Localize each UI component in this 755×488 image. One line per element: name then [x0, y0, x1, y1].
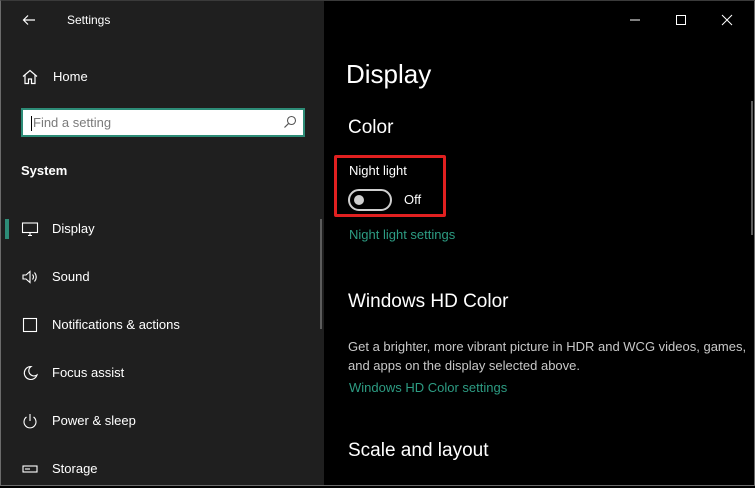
- night-light-label: Night light: [349, 163, 407, 178]
- search-input[interactable]: [33, 110, 273, 135]
- sidebar-item-home[interactable]: Home: [1, 61, 324, 93]
- search-icon[interactable]: [283, 115, 297, 129]
- sidebar-item-focus-assist[interactable]: Focus assist: [1, 355, 319, 391]
- sidebar-item-display[interactable]: Display: [1, 211, 319, 247]
- notification-icon: [22, 317, 38, 333]
- maximize-button[interactable]: [668, 7, 694, 33]
- moon-icon: [23, 365, 39, 381]
- sidebar-item-label: Sound: [52, 269, 90, 284]
- sidebar-item-label: Notifications & actions: [52, 317, 180, 332]
- app-title: Settings: [67, 13, 111, 27]
- monitor-icon: [21, 222, 39, 237]
- sidebar-item-label: Focus assist: [52, 365, 125, 380]
- night-light-toggle[interactable]: [348, 189, 392, 211]
- close-button[interactable]: [714, 7, 740, 33]
- sidebar-item-label: Storage: [52, 461, 98, 476]
- sidebar-item-notifications[interactable]: Notifications & actions: [1, 307, 319, 343]
- settings-window: Settings Home System Display: [0, 0, 755, 486]
- sidebar-item-storage[interactable]: Storage: [1, 451, 319, 485]
- hd-color-settings-link[interactable]: Windows HD Color settings: [349, 380, 507, 395]
- back-arrow-icon: [22, 15, 35, 25]
- section-header-system: System: [21, 163, 68, 178]
- home-label: Home: [53, 69, 88, 84]
- page-title: Display: [346, 59, 432, 89]
- section-heading-hd-color: Windows HD Color: [348, 291, 509, 312]
- sidebar-item-label: Power & sleep: [52, 413, 136, 428]
- sidebar-item-sound[interactable]: Sound: [1, 259, 319, 295]
- night-light-settings-link[interactable]: Night light settings: [349, 227, 455, 242]
- hd-color-description: Get a brighter, more vibrant picture in …: [348, 339, 747, 373]
- sidebar: Settings Home System Display: [1, 1, 324, 485]
- section-heading-color: Color: [348, 117, 394, 138]
- storage-icon: [22, 465, 38, 473]
- main-scrollbar[interactable]: [751, 101, 753, 235]
- text-caret: [31, 116, 32, 131]
- close-icon: [721, 14, 733, 26]
- speaker-icon: [22, 270, 37, 284]
- sidebar-item-power-sleep[interactable]: Power & sleep: [1, 403, 319, 439]
- home-icon: [22, 69, 38, 85]
- toggle-knob: [354, 195, 364, 205]
- power-icon: [23, 414, 37, 429]
- back-button[interactable]: [18, 9, 40, 31]
- night-light-state: Off: [404, 192, 422, 207]
- minimize-button[interactable]: [622, 7, 648, 33]
- section-heading-scale-layout: Scale and layout: [348, 440, 489, 461]
- selected-indicator: [5, 219, 9, 239]
- minimize-icon: [630, 19, 640, 21]
- search-box[interactable]: [21, 108, 305, 137]
- sidebar-item-label: Display: [52, 221, 95, 236]
- maximize-icon: [676, 15, 686, 25]
- sidebar-scrollbar[interactable]: [320, 219, 322, 329]
- main-content: Display Color Night light Off Night ligh…: [324, 1, 754, 485]
